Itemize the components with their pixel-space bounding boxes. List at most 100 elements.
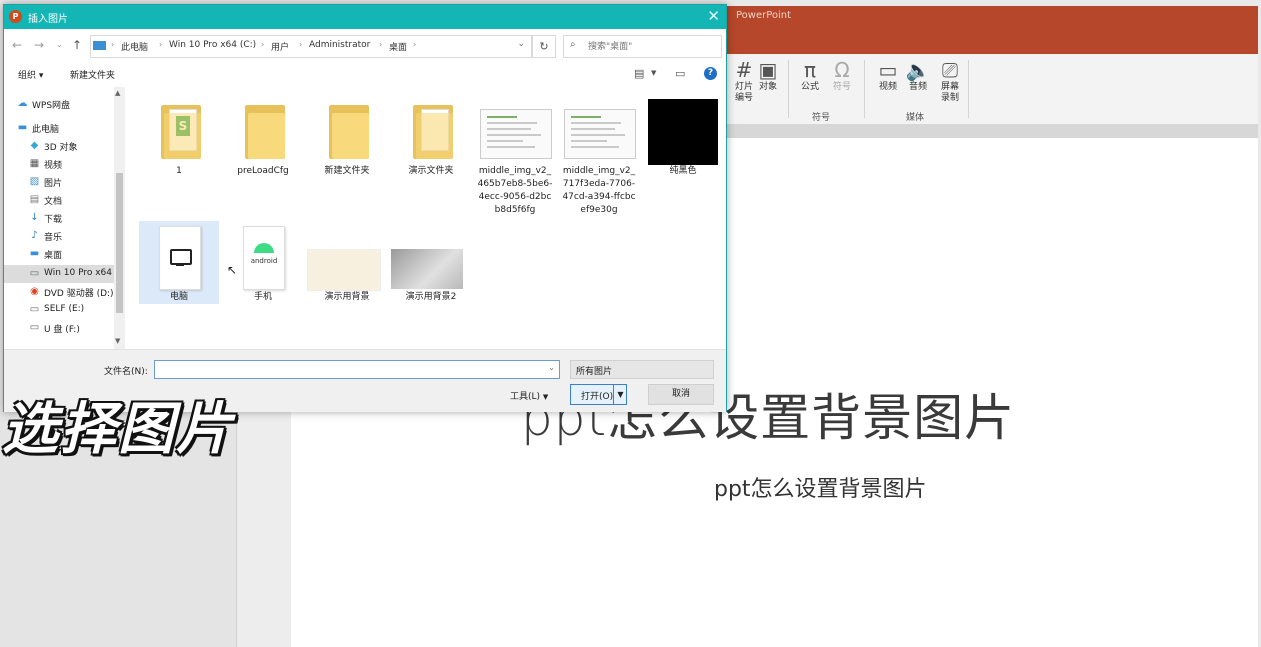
address-bar[interactable]: › 此电脑 › Win 10 Pro x64 (C:) › 用户 › Administrato…	[90, 35, 532, 58]
object-icon: ▣	[758, 58, 778, 82]
chevron-right-icon[interactable]: ›	[379, 40, 382, 49]
file-item[interactable]: preLoadCfg	[223, 95, 303, 178]
file-item[interactable]: S1	[139, 95, 219, 178]
nav-item[interactable]: ▭ Win 10 Pro x64 (C:)	[4, 265, 116, 283]
file-thumbnail: S	[139, 95, 219, 165]
nav-item[interactable]: ☁ WPS网盘	[4, 95, 116, 113]
navigation-pane: ☁ WPS网盘 ▬ 此电脑 ◆ 3D 对象 ▦ 视频 ▨ 图片 ▤ 文档 ↓ 下载 ♪ 音乐 ▬ 桌面 ▭ Win 1…	[4, 87, 125, 349]
android-icon: android	[243, 226, 285, 290]
nav-item[interactable]: ◆ 3D 对象	[4, 137, 116, 155]
breadcrumb-item[interactable]: Administrator	[309, 40, 370, 50]
file-thumbnail	[643, 95, 723, 165]
dialog-title: 插入图片	[28, 14, 68, 25]
forward-arrow-icon[interactable]: →	[34, 38, 44, 52]
chevron-right-icon[interactable]: ›	[159, 40, 162, 49]
tools-dropdown-icon: ▼	[542, 393, 549, 401]
new-folder-button[interactable]: 新建文件夹	[70, 68, 115, 81]
background-image-icon	[307, 249, 381, 291]
file-item[interactable]: 演示用背景2	[391, 221, 471, 304]
file-thumbnail	[475, 95, 555, 165]
file-thumbnail	[307, 95, 387, 165]
usb-drive-icon: ▭	[29, 322, 40, 333]
back-arrow-icon[interactable]: ←	[12, 38, 22, 52]
nav-item[interactable]: ↓ 下载	[4, 209, 116, 227]
view-options-icon[interactable]: ▤	[634, 67, 644, 80]
nav-item[interactable]: ▦ 视频	[4, 155, 116, 173]
nav-item[interactable]: ◉ DVD 驱动器 (D:)	[4, 283, 116, 301]
scroll-down-icon[interactable]: ▼	[115, 337, 120, 345]
address-dropdown-icon[interactable]: ⌄	[517, 39, 525, 49]
tools-menu[interactable]: 工具(L) ▼	[510, 389, 548, 402]
file-item[interactable]: middle_img_v2_465b7eb8-5be6-4ecc-9056-d2…	[475, 95, 555, 217]
file-item[interactable]: 演示用背景	[307, 221, 387, 304]
breadcrumb-item[interactable]: Win 10 Pro x64 (C:)	[169, 40, 256, 50]
file-item[interactable]: 新建文件夹	[307, 95, 387, 178]
help-icon[interactable]: ?	[704, 67, 717, 80]
file-item[interactable]: 演示文件夹	[391, 95, 471, 178]
breadcrumb-item[interactable]: 用户	[271, 40, 289, 53]
preview-pane-icon[interactable]: ▭	[675, 67, 685, 80]
nav-item-label: 桌面	[44, 251, 63, 261]
chevron-right-icon[interactable]: ›	[299, 40, 302, 49]
nav-item[interactable]: ▬ 桌面	[4, 245, 116, 263]
chevron-right-icon[interactable]: ›	[111, 40, 114, 49]
nav-item[interactable]: ▤ 文档	[4, 191, 116, 209]
navigation-scrollbar[interactable]: ▲ ▼	[114, 87, 125, 349]
file-name: 演示用背景2	[405, 292, 457, 302]
filetype-select[interactable]: 所有图片 ⌄	[570, 360, 714, 379]
drive-icon: ▭	[29, 268, 40, 279]
ribbon-button-6[interactable]: ⎚ 屏幕 录制	[932, 58, 968, 104]
file-item[interactable]: 纯黑色	[643, 95, 723, 178]
search-icon: ⌕	[570, 39, 576, 50]
nav-item-label: WPS网盘	[32, 101, 71, 111]
ribbon-button-3[interactable]: Ω 符号	[824, 58, 860, 93]
slide-subtitle[interactable]: ppt怎么设置背景图片	[714, 471, 927, 503]
scroll-up-icon[interactable]: ▲	[115, 89, 120, 97]
ribbon-button-1[interactable]: ▣ 对象	[750, 58, 786, 93]
close-icon[interactable]: ✕	[707, 7, 720, 25]
video-icon: ▦	[29, 158, 40, 169]
file-item[interactable]: android 手机	[223, 221, 303, 304]
file-name: 新建文件夹	[324, 166, 370, 176]
chevron-right-icon[interactable]: ›	[261, 40, 264, 49]
ribbon-button-2[interactable]: π 公式	[792, 58, 828, 93]
nav-item[interactable]: ▬ 此电脑	[4, 119, 116, 137]
open-dropdown-icon[interactable]: ▼	[613, 385, 627, 404]
organize-menu[interactable]: 组织 ▾	[18, 68, 43, 81]
dialog-toolbar: 组织 ▾ 新建文件夹 ▤ ▼ ▭ ?	[4, 63, 726, 87]
search-input[interactable]	[586, 38, 718, 55]
file-item[interactable]: ↖ 电脑	[139, 221, 237, 304]
nav-item[interactable]: ▨ 图片	[4, 173, 116, 191]
nav-item-label: 图片	[44, 179, 63, 189]
omega-icon: Ω	[834, 58, 850, 82]
search-box[interactable]: ⌕	[563, 35, 722, 58]
breadcrumb-item[interactable]: 此电脑	[121, 40, 148, 53]
folder-icon	[329, 105, 369, 159]
recent-chevron-icon[interactable]: ⌄	[56, 40, 63, 49]
nav-item-label: 下载	[44, 215, 63, 225]
view-dropdown-icon[interactable]: ▼	[651, 69, 656, 77]
scroll-thumb[interactable]	[116, 173, 123, 313]
chevron-right-icon[interactable]: ›	[413, 40, 416, 49]
cancel-button[interactable]: 取消	[648, 384, 714, 405]
filename-label: 文件名(N):	[104, 367, 148, 377]
nav-item[interactable]: ▭ U 盘 (F:)	[4, 319, 116, 337]
insert-picture-dialog: P 插入图片 ✕ ← → ⌄ ↑ › 此电脑 › Win 10 Pro x64 (C:…	[3, 4, 727, 412]
open-button[interactable]: 打开(O) ▼	[570, 384, 627, 405]
filename-field[interactable]: ⌄	[154, 360, 560, 379]
dialog-titlebar[interactable]: P 插入图片 ✕	[4, 5, 726, 29]
nav-item[interactable]: ♪ 音乐	[4, 227, 116, 245]
file-item[interactable]: middle_img_v2_717f3eda-7706-47cd-a394-ff…	[559, 95, 639, 217]
ribbon-button-5[interactable]: 🔈 音频	[900, 58, 936, 93]
ribbon-button-label: 对象	[758, 82, 777, 92]
nav-item-label: 文档	[44, 197, 63, 207]
nav-item-label: 此电脑	[32, 125, 60, 135]
filename-dropdown-icon[interactable]: ⌄	[548, 363, 555, 372]
nav-item-label: DVD 驱动器 (D:)	[44, 289, 114, 299]
filetype-dropdown-icon: ⌄	[576, 363, 583, 372]
up-arrow-icon[interactable]: ↑	[72, 38, 82, 52]
nav-item[interactable]: ▭ SELF (E:)	[4, 301, 116, 319]
breadcrumb-item[interactable]: 桌面	[389, 40, 407, 53]
refresh-icon[interactable]: ↻	[532, 35, 556, 58]
computer-icon	[93, 41, 106, 50]
